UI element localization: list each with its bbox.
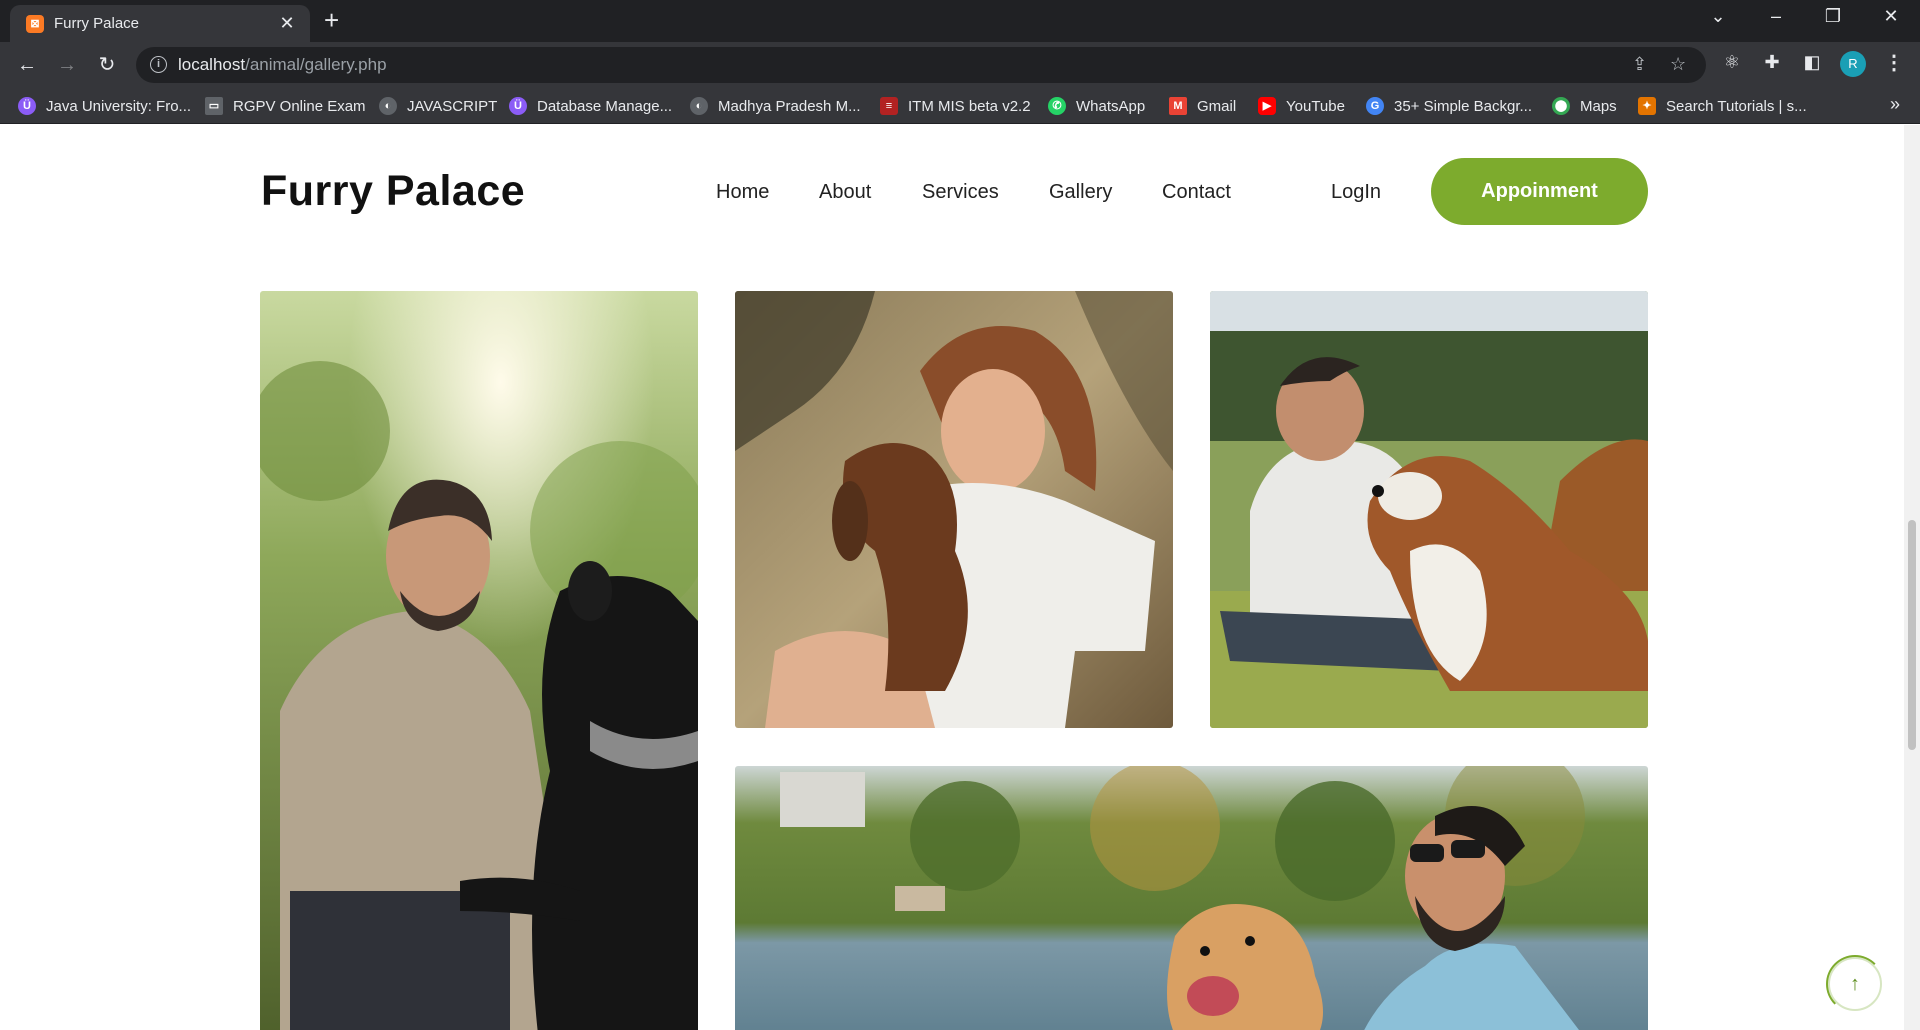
man-with-black-dog-photo[interactable] <box>260 291 698 1030</box>
maps-icon: ⬤ <box>1552 97 1570 115</box>
bookmark-item[interactable]: G 35+ Simple Backgr... <box>1366 96 1532 116</box>
react-devtools-icon[interactable]: ⚛ <box>1719 52 1745 73</box>
site-logo[interactable]: Furry Palace <box>261 167 525 216</box>
bookmark-item[interactable]: Ü Java University: Fro... <box>18 96 191 116</box>
browser-toolbar: ← → ↻ i localhost/animal/gallery.php ⇪ ☆ <box>0 42 1920 88</box>
globe-icon: ◐ <box>379 97 397 115</box>
bookmark-item[interactable]: Ü Database Manage... <box>509 96 672 116</box>
bookmark-item[interactable]: ▶ YouTube <box>1258 96 1345 116</box>
new-tab-icon[interactable]: + <box>324 7 339 33</box>
man-with-golden-retriever-photo[interactable] <box>735 766 1648 1030</box>
bookmark-star-icon[interactable]: ☆ <box>1670 54 1686 75</box>
bookmark-item[interactable]: M Gmail <box>1169 96 1236 116</box>
university-icon: Ü <box>18 97 36 115</box>
photo-image <box>1210 291 1648 728</box>
site-info-icon[interactable]: i <box>150 56 167 73</box>
appointment-button[interactable]: Appoinment <box>1431 158 1648 225</box>
browser-tab[interactable]: ⊠ Furry Palace ✕ <box>10 5 310 42</box>
bookmark-item[interactable]: ◐ Madhya Pradesh M... <box>690 96 861 116</box>
nav-services[interactable]: Services <box>922 181 999 204</box>
back-to-top-button[interactable]: ↑ <box>1828 957 1882 1011</box>
nav-contact[interactable]: Contact <box>1162 181 1231 204</box>
tab-search-icon[interactable]: ⌄ <box>1698 6 1738 27</box>
profile-avatar[interactable]: R <box>1840 51 1866 77</box>
extensions-icon[interactable]: ✚ <box>1759 52 1785 73</box>
back-icon[interactable]: ← <box>13 52 41 80</box>
arrow-up-icon: ↑ <box>1850 973 1860 995</box>
nav-home[interactable]: Home <box>716 181 769 204</box>
share-icon[interactable]: ⇪ <box>1632 54 1647 75</box>
page-scrollbar[interactable] <box>1904 125 1920 1030</box>
photo-image <box>260 291 698 1030</box>
gmail-icon: M <box>1169 97 1187 115</box>
nav-login[interactable]: LogIn <box>1331 181 1381 204</box>
more-bookmarks-icon[interactable]: » <box>1890 94 1900 115</box>
tutorials-icon: ✦ <box>1638 97 1656 115</box>
man-with-collie-photo[interactable] <box>1210 291 1648 728</box>
nav-about[interactable]: About <box>819 181 871 204</box>
page-viewport: Furry Palace Home About Services Gallery… <box>0 125 1920 1030</box>
address-bar[interactable]: i localhost/animal/gallery.php ⇪ ☆ <box>136 47 1706 83</box>
url-text[interactable]: localhost/animal/gallery.php <box>178 55 387 75</box>
bookmark-item[interactable]: ≡ ITM MIS beta v2.2 <box>880 96 1031 116</box>
nav-gallery[interactable]: Gallery <box>1049 181 1112 204</box>
reload-icon[interactable]: ↻ <box>93 52 121 80</box>
tab-title: Furry Palace <box>54 15 140 32</box>
bookmark-item[interactable]: ▭ RGPV Online Exam <box>205 96 366 116</box>
restore-icon[interactable]: ❐ <box>1813 6 1853 27</box>
monitor-icon: ▭ <box>205 97 223 115</box>
youtube-icon: ▶ <box>1258 97 1276 115</box>
google-icon: G <box>1366 97 1384 115</box>
university-icon: Ü <box>509 97 527 115</box>
bookmark-item[interactable]: ⬤ Maps <box>1552 96 1617 116</box>
bookmarks-bar: Ü Java University: Fro... ▭ RGPV Online Ex… <box>0 88 1920 124</box>
globe-icon: ◐ <box>690 97 708 115</box>
bookmark-item[interactable]: ✦ Search Tutorials | s... <box>1638 96 1807 116</box>
xampp-favicon-icon: ⊠ <box>26 15 44 33</box>
side-panel-icon[interactable]: ◧ <box>1799 52 1825 73</box>
minimize-icon[interactable]: – <box>1756 6 1796 27</box>
bookmark-item[interactable]: ◐ JAVASCRIPT <box>379 96 497 116</box>
browser-menu-icon[interactable]: ⋮ <box>1884 50 1904 75</box>
photo-image <box>735 291 1173 728</box>
itm-icon: ≡ <box>880 97 898 115</box>
forward-icon[interactable]: → <box>53 52 81 80</box>
close-tab-icon[interactable]: ✕ <box>276 12 298 34</box>
whatsapp-icon: ✆ <box>1048 97 1066 115</box>
photo-image <box>735 766 1648 1030</box>
scrollbar-thumb[interactable] <box>1908 520 1916 750</box>
bookmark-item[interactable]: ✆ WhatsApp <box>1048 96 1145 116</box>
close-window-icon[interactable]: ✕ <box>1871 6 1911 27</box>
woman-with-dachshund-photo[interactable] <box>735 291 1173 728</box>
browser-tabbar: ⊠ Furry Palace ✕ + ⌄ – ❐ ✕ <box>0 0 1920 42</box>
